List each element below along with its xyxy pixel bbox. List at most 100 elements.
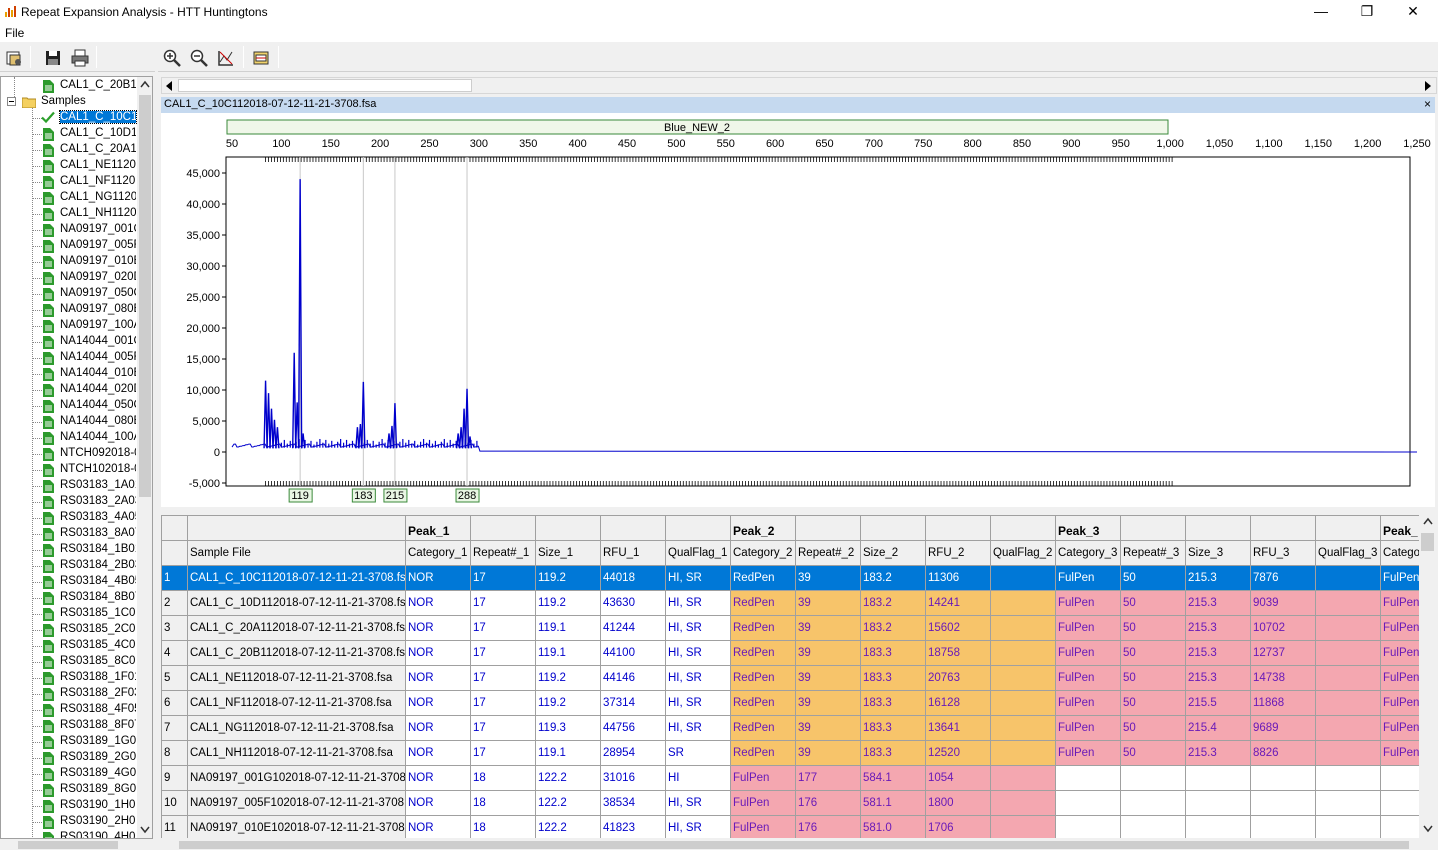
column-header[interactable]: Catego xyxy=(1380,540,1419,566)
sample-file-cell[interactable]: CAL1_C_10C112018-07-12-11-21-3708.fsa xyxy=(187,565,406,591)
peak1-cell[interactable]: 44100 xyxy=(600,640,666,666)
peak4-cell[interactable]: FulPen xyxy=(1380,590,1419,616)
tree-item-sample[interactable]: NA14044_005F xyxy=(1,350,141,366)
peak1-cell[interactable]: NOR xyxy=(405,690,471,716)
tree-item-sample[interactable]: NA09197_005F xyxy=(1,238,141,254)
tree-item-sample[interactable]: NA14044_080B xyxy=(1,414,141,430)
results-grid[interactable]: Peak_1 Peak_2 Peak_3 Peak_ Sample File Catego… xyxy=(161,515,1419,838)
peak1-cell[interactable]: HI, SR xyxy=(665,790,731,816)
row-number[interactable]: 7 xyxy=(161,715,188,741)
tree-item-sample[interactable]: RS03185_1C01 xyxy=(1,606,141,622)
peak3-cell[interactable]: 50 xyxy=(1120,590,1186,616)
column-header[interactable]: Category_3 xyxy=(1055,540,1121,566)
peak3-cell[interactable] xyxy=(1185,815,1251,838)
peak2-cell[interactable] xyxy=(990,565,1056,591)
peak3-cell[interactable]: 215.4 xyxy=(1185,715,1251,741)
tree-vertical-scrollbar[interactable] xyxy=(137,77,152,838)
peak1-cell[interactable]: HI, SR xyxy=(665,565,731,591)
sample-file-cell[interactable]: CAL1_C_20A112018-07-12-11-21-3708.fsa xyxy=(187,615,406,641)
peak4-cell[interactable]: FulPen xyxy=(1380,640,1419,666)
tree-item-sample[interactable]: CAL1_NE11201 xyxy=(1,158,141,174)
peak3-cell[interactable]: 12737 xyxy=(1250,640,1316,666)
peak3-cell[interactable]: 14738 xyxy=(1250,665,1316,691)
peak3-cell[interactable]: 215.5 xyxy=(1185,690,1251,716)
table-row[interactable]: 9 NA09197_001G102018-07-12-11-21-3708.fsa… xyxy=(161,765,1419,791)
tree-item-sample[interactable]: RS03188_8F07 xyxy=(1,718,141,734)
peak2-cell[interactable]: 1706 xyxy=(925,815,991,838)
peak3-cell[interactable]: 8826 xyxy=(1250,740,1316,766)
peak2-cell[interactable]: 39 xyxy=(795,590,861,616)
tree-item-sample[interactable]: RS03190_1H01 xyxy=(1,798,141,814)
peak1-cell[interactable]: 119.1 xyxy=(535,640,601,666)
peak2-cell[interactable]: 584.1 xyxy=(860,765,926,791)
peak2-cell[interactable]: 183.3 xyxy=(860,640,926,666)
peak1-cell[interactable]: HI, SR xyxy=(665,640,731,666)
peak2-cell[interactable]: 39 xyxy=(795,615,861,641)
peak1-cell[interactable]: 43630 xyxy=(600,590,666,616)
column-header[interactable]: RFU_3 xyxy=(1250,540,1316,566)
peak2-cell[interactable]: 183.3 xyxy=(860,665,926,691)
tree-scroll-thumb[interactable] xyxy=(139,95,151,497)
peak3-cell[interactable]: 50 xyxy=(1120,665,1186,691)
peak1-cell[interactable]: 119.1 xyxy=(535,740,601,766)
row-number[interactable]: 4 xyxy=(161,640,188,666)
peak1-cell[interactable]: 17 xyxy=(470,590,536,616)
tree-item-sample[interactable]: CAL1_C_20A11 xyxy=(1,142,141,158)
peak4-cell[interactable]: FulPen xyxy=(1380,740,1419,766)
peak2-cell[interactable] xyxy=(990,715,1056,741)
peak2-cell[interactable]: RedPen xyxy=(730,590,796,616)
tree-item-sample[interactable]: RS03184_4B05 xyxy=(1,574,141,590)
peak1-cell[interactable]: 18 xyxy=(470,815,536,838)
peak2-cell[interactable]: 13641 xyxy=(925,715,991,741)
grid-horizontal-scrollbar[interactable] xyxy=(161,838,1435,850)
tree-item-sample[interactable]: NA14044_050C xyxy=(1,398,141,414)
peak1-cell[interactable]: 119.2 xyxy=(535,565,601,591)
peak2-cell[interactable]: RedPen xyxy=(730,565,796,591)
tree-item-sample[interactable]: RS03189_1G01 xyxy=(1,734,141,750)
peak1-cell[interactable]: 44146 xyxy=(600,665,666,691)
peak3-cell[interactable] xyxy=(1315,640,1381,666)
peak4-cell[interactable] xyxy=(1380,765,1419,791)
table-row[interactable]: 10 NA09197_005F102018-07-12-11-21-3708.fs… xyxy=(161,790,1419,816)
peak3-cell[interactable] xyxy=(1315,590,1381,616)
peak3-cell[interactable] xyxy=(1120,815,1186,838)
minimize-button[interactable]: — xyxy=(1298,0,1344,24)
group-header-cell[interactable] xyxy=(535,515,601,541)
scroll-up-icon[interactable] xyxy=(1423,517,1433,525)
tree-item-sample[interactable]: CAL1_NH11201 xyxy=(1,206,141,222)
tree-item-sample[interactable]: RS03190_4H05 xyxy=(1,830,141,838)
peak1-cell[interactable]: 17 xyxy=(470,640,536,666)
peak1-cell[interactable]: 28954 xyxy=(600,740,666,766)
project-icon[interactable] xyxy=(4,48,24,68)
column-header[interactable]: Size_2 xyxy=(860,540,926,566)
tree-item-sample[interactable]: CAL1_NG11201 xyxy=(1,190,141,206)
peak3-cell[interactable]: FulPen xyxy=(1055,615,1121,641)
peak1-cell[interactable]: 38534 xyxy=(600,790,666,816)
peak2-cell[interactable]: FulPen xyxy=(730,815,796,838)
peak4-cell[interactable] xyxy=(1380,815,1419,838)
peak3-cell[interactable]: 50 xyxy=(1120,640,1186,666)
peak1-cell[interactable]: 17 xyxy=(470,565,536,591)
peak3-cell[interactable]: FulPen xyxy=(1055,740,1121,766)
tree-item-sample[interactable]: RS03183_1A01 xyxy=(1,478,141,494)
peak2-cell[interactable] xyxy=(990,690,1056,716)
row-number[interactable]: 6 xyxy=(161,690,188,716)
peak1-cell[interactable]: 119.3 xyxy=(535,715,601,741)
tree-item-sample[interactable]: NA09197_020D xyxy=(1,270,141,286)
peak1-cell[interactable]: 119.2 xyxy=(535,690,601,716)
group-header-cell[interactable] xyxy=(795,515,861,541)
group-header-cell[interactable] xyxy=(600,515,666,541)
column-header[interactable]: QualFlag_2 xyxy=(990,540,1056,566)
grid-corner-cell[interactable] xyxy=(161,540,188,566)
peak3-cell[interactable] xyxy=(1315,740,1381,766)
peak4-cell[interactable]: FulPen xyxy=(1380,615,1419,641)
peak1-cell[interactable]: 41244 xyxy=(600,615,666,641)
tree-item-sample[interactable]: RS03188_1F01 xyxy=(1,670,141,686)
peak1-cell[interactable]: SR xyxy=(665,740,731,766)
sample-file-cell[interactable]: CAL1_NF112018-07-12-11-21-3708.fsa xyxy=(187,690,406,716)
peak2-cell[interactable]: 39 xyxy=(795,715,861,741)
grid-hscroll-thumb[interactable] xyxy=(179,841,1409,849)
peak3-cell[interactable]: FulPen xyxy=(1055,590,1121,616)
peak1-cell[interactable]: NOR xyxy=(405,815,471,838)
peak3-cell[interactable] xyxy=(1315,790,1381,816)
